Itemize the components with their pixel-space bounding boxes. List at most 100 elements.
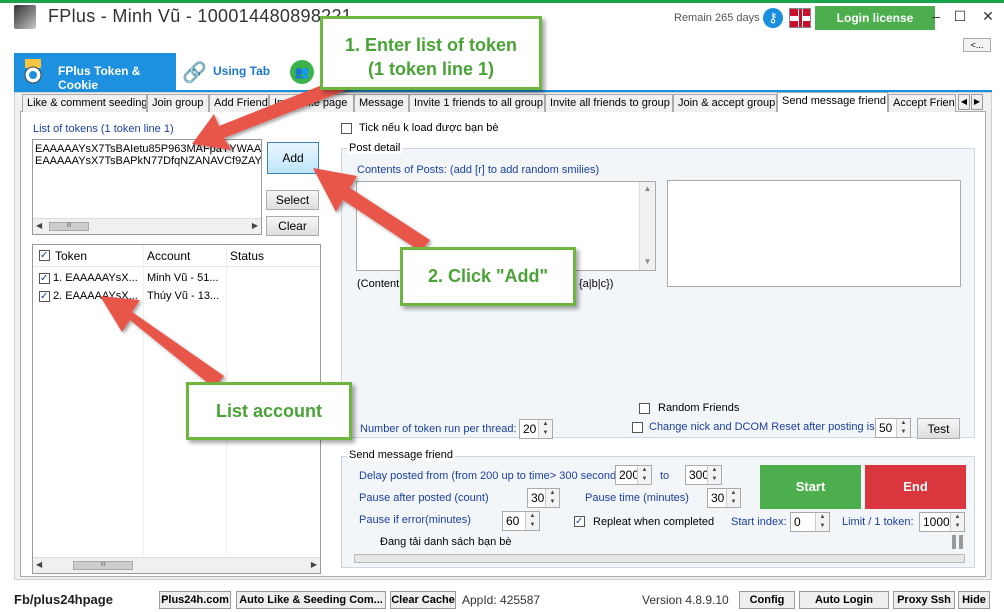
spinner-arrows-icon[interactable]: ▲ ▼ bbox=[950, 513, 964, 531]
link-icon: 🔗 bbox=[182, 62, 207, 84]
spinner-arrows-icon[interactable]: ▲ ▼ bbox=[525, 512, 539, 530]
contents-label: Contents of Posts: (add [r] to add rando… bbox=[357, 164, 600, 176]
spinner-arrows-icon[interactable]: ▲ ▼ bbox=[896, 419, 910, 437]
add-button[interactable]: Add bbox=[267, 142, 319, 174]
token-thread-spinner[interactable]: 20 ▲ ▼ bbox=[519, 419, 553, 439]
subtab-invite-1-friend[interactable]: Invite 1 friends to all group bbox=[409, 94, 545, 112]
pause-error-label: Pause if error(minutes) bbox=[359, 514, 471, 526]
pause-after-spinner[interactable]: 30 ▲ ▼ bbox=[527, 488, 560, 508]
test-button[interactable]: Test bbox=[917, 418, 960, 439]
plus24h-button[interactable]: Plus24h.com bbox=[159, 591, 231, 609]
app-logo-icon bbox=[14, 5, 36, 29]
login-license-button[interactable]: Login license bbox=[815, 6, 935, 30]
start-index-spinner[interactable]: 0 ▲ ▼ bbox=[790, 512, 830, 532]
spinner-value[interactable]: 1000 bbox=[923, 515, 950, 529]
tab-token-cookie[interactable]: FPlus Token & Cookie bbox=[14, 53, 176, 92]
tab-scroll-right-icon[interactable]: ▶ bbox=[971, 94, 983, 110]
delay-from-spinner[interactable]: 200 ▲ ▼ bbox=[615, 465, 652, 485]
subtab-send-message-friend[interactable]: Send message friend bbox=[777, 92, 888, 112]
scroll-left-icon[interactable]: ◀ bbox=[36, 560, 42, 569]
row-checkbox[interactable] bbox=[39, 273, 50, 284]
send-message-friend-legend: Send message friend bbox=[347, 449, 455, 461]
tokens-scrollbar[interactable]: ◀ III ▶ bbox=[33, 218, 261, 234]
repeat-checkbox[interactable] bbox=[574, 516, 585, 527]
column-status[interactable]: Status bbox=[230, 249, 264, 263]
proxy-ssh-button[interactable]: Proxy Ssh bbox=[893, 591, 955, 609]
spinner-arrows-icon[interactable]: ▲ ▼ bbox=[545, 489, 559, 507]
spinner-value[interactable]: 50 bbox=[879, 421, 892, 435]
token-thread-label: Number of token run per thread: bbox=[360, 423, 517, 435]
tokens-textarea[interactable]: EAAAAAYsX7TsBAIetu85P963MAFpaYYWAAV EAAA… bbox=[32, 139, 262, 235]
spinner-value[interactable]: 30 bbox=[711, 491, 724, 505]
spinner-arrows-icon[interactable]: ▲ ▼ bbox=[815, 513, 829, 531]
tab-scroll-left-icon[interactable]: ◀ bbox=[958, 94, 970, 110]
loading-status: Đang tải danh sách bạn bè bbox=[380, 536, 512, 548]
subtab-invite-like-page[interactable]: Invite like page bbox=[269, 94, 354, 112]
select-all-checkbox[interactable] bbox=[39, 250, 50, 261]
tick-load-checkbox[interactable] bbox=[341, 123, 352, 134]
subtab-invite-all-friends[interactable]: Invite all friends to group bbox=[545, 94, 673, 112]
content-hint-end: {a|b|c}) bbox=[579, 278, 614, 290]
tokens-label: List of tokens (1 token line 1) bbox=[33, 123, 174, 135]
pause-error-spinner[interactable]: 60 ▲ ▼ bbox=[502, 511, 540, 531]
close-button[interactable]: ✕ bbox=[978, 6, 998, 26]
callout-enter-token: 1. Enter list of token (1 token line 1) bbox=[320, 16, 542, 90]
random-friends-checkbox[interactable] bbox=[639, 403, 650, 414]
scroll-thumb[interactable]: III bbox=[73, 561, 133, 570]
column-account[interactable]: Account bbox=[147, 249, 190, 263]
change-nick-checkbox[interactable] bbox=[632, 422, 643, 433]
limit-spinner[interactable]: 1000 ▲ ▼ bbox=[919, 512, 965, 532]
pause-icon[interactable] bbox=[952, 535, 964, 549]
pause-time-spinner[interactable]: 30 ▲ ▼ bbox=[707, 488, 741, 508]
scroll-right-icon[interactable]: ▶ bbox=[252, 221, 258, 230]
hide-button[interactable]: Hide bbox=[958, 591, 990, 609]
auto-login-button[interactable]: Auto Login bbox=[799, 591, 889, 609]
maximize-button[interactable]: ☐ bbox=[950, 6, 970, 26]
collapse-button[interactable]: <... bbox=[963, 38, 991, 52]
scroll-thumb[interactable]: III bbox=[49, 222, 89, 231]
end-button[interactable]: End bbox=[865, 465, 966, 509]
auto-like-seeding-button[interactable]: Auto Like & Seeding Com... bbox=[236, 591, 386, 609]
tab-using[interactable]: 🔗 Using Tab bbox=[180, 53, 290, 90]
subtab-message[interactable]: Message bbox=[354, 94, 409, 112]
subtab-like-comment[interactable]: Like & comment seeding bbox=[22, 94, 147, 112]
subtab-accept-friend[interactable]: Accept Friend bbox=[888, 94, 956, 112]
spinner-arrows-icon[interactable]: ▲ ▼ bbox=[538, 420, 552, 438]
limit-label: Limit / 1 token: bbox=[842, 516, 914, 528]
scroll-right-icon[interactable]: ▶ bbox=[311, 560, 317, 569]
spinner-arrows-icon[interactable]: ▲ ▼ bbox=[707, 466, 721, 484]
subtab-add-friend[interactable]: Add Friend bbox=[209, 94, 269, 112]
spinner-arrows-icon[interactable]: ▲ ▼ bbox=[637, 466, 651, 484]
subtab-join-group[interactable]: Join group bbox=[147, 94, 209, 112]
spinner-value[interactable]: 20 bbox=[523, 422, 536, 436]
minimize-button[interactable]: – bbox=[926, 6, 946, 26]
spinner-value[interactable]: 60 bbox=[506, 514, 519, 528]
spinner-value[interactable]: 0 bbox=[794, 515, 801, 529]
start-button[interactable]: Start bbox=[760, 465, 861, 509]
change-nick-spinner[interactable]: 50 ▲ ▼ bbox=[875, 418, 911, 438]
preview-input[interactable] bbox=[667, 180, 961, 287]
window-title: FPlus - Minh Vũ - 100014480898221 bbox=[48, 6, 353, 26]
row-checkbox[interactable] bbox=[39, 291, 50, 302]
fb-page-link[interactable]: Fb/plus24hpage bbox=[14, 592, 113, 607]
start-index-label: Start index: bbox=[731, 516, 787, 528]
table-row[interactable]: 2. EAAAAAYsX... Thúy Vũ - 13... bbox=[33, 288, 320, 306]
column-token[interactable]: Token bbox=[55, 249, 87, 263]
table-row[interactable]: 1. EAAAAAYsX... Minh Vũ - 51... bbox=[33, 270, 320, 288]
account-list-scrollbar[interactable]: ◀ III ▶ bbox=[33, 557, 320, 573]
spinner-arrows-icon[interactable]: ▲ ▼ bbox=[726, 489, 740, 507]
spinner-value[interactable]: 30 bbox=[531, 491, 544, 505]
subtab-join-accept[interactable]: Join & accept group bbox=[673, 94, 777, 112]
clear-button[interactable]: Clear bbox=[266, 216, 319, 236]
config-button[interactable]: Config bbox=[739, 591, 795, 609]
posts-scrollbar[interactable]: ▲ ▼ bbox=[639, 182, 655, 270]
delay-to-spinner[interactable]: 300 ▲ ▼ bbox=[685, 465, 722, 485]
tick-load-label: Tick nếu k load được bạn bè bbox=[359, 122, 499, 134]
key-icon[interactable]: ⚷ bbox=[763, 8, 783, 28]
scroll-left-icon[interactable]: ◀ bbox=[36, 221, 42, 230]
clear-cache-button[interactable]: Clear Cache bbox=[390, 591, 456, 609]
row-token: 1. EAAAAAYsX... bbox=[53, 272, 138, 284]
uk-flag-icon[interactable] bbox=[789, 8, 811, 28]
select-button[interactable]: Select bbox=[266, 190, 319, 210]
tokens-text[interactable]: EAAAAAYsX7TsBAIetu85P963MAFpaYYWAAV EAAA… bbox=[35, 143, 261, 217]
